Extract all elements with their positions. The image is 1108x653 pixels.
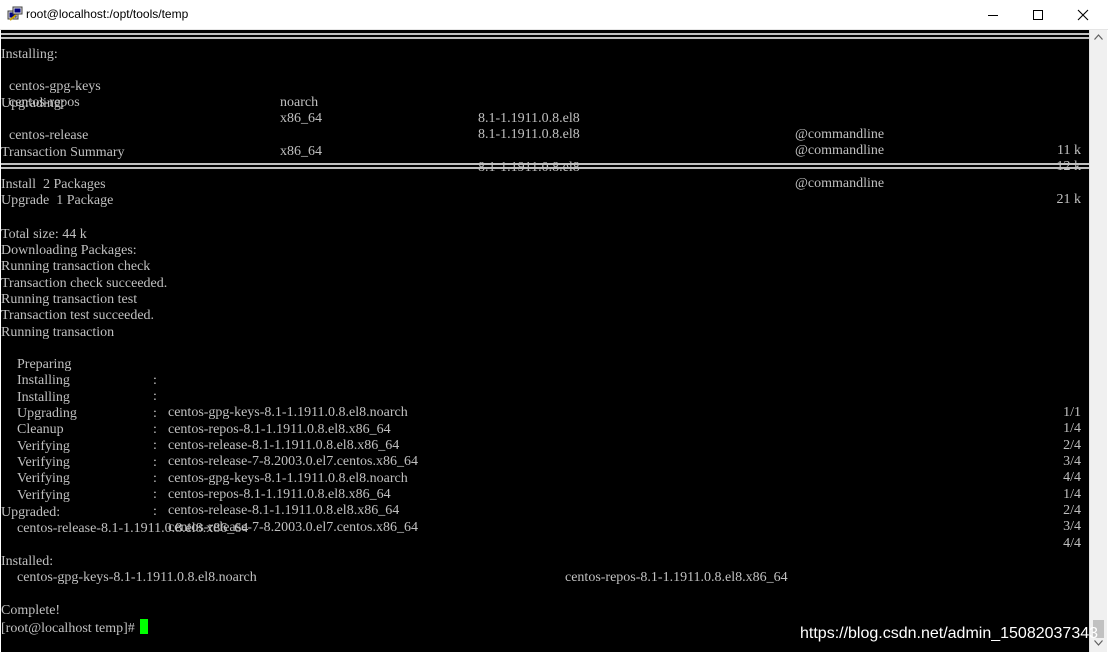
package-repo: @commandline — [795, 127, 885, 142]
log-line: Running transaction — [1, 325, 115, 340]
close-icon — [1077, 9, 1089, 20]
close-button[interactable] — [1060, 0, 1106, 29]
window-title: root@localhost:/opt/tools/temp — [26, 7, 189, 21]
package-arch: noarch — [280, 95, 319, 110]
installed-package: centos-repos-8.1-1.1911.0.8.el8.x86_64 — [565, 570, 788, 585]
putty-terminal-icon[interactable] — [7, 6, 23, 22]
step-target: centos-release-8.1-1.1911.0.8.el8.x86_64 — [168, 503, 400, 518]
transaction-summary-header: Transaction Summary — [1, 145, 125, 160]
package-row: centos-gpg-keys noarch 8.1-1.1911.0.8.el… — [1, 63, 1089, 158]
step-progress: 4/4 — [1063, 536, 1081, 551]
minimize-icon — [988, 14, 998, 16]
package-size: 21 k — [1056, 192, 1082, 207]
installed-header: Installed: — [1, 554, 54, 569]
transaction-step: Installing : centos-repos-8.1-1.1911.0.8… — [1, 374, 1089, 453]
upgraded-package: centos-release-8.1-1.1911.0.8.el8.x86_64 — [17, 521, 249, 536]
shell-prompt: [root@localhost temp]# — [1, 621, 139, 636]
separator — [1, 163, 1089, 169]
text-cursor — [140, 619, 149, 634]
package-name: centos-release — [9, 128, 89, 143]
transaction-step: Verifying : centos-repos-8.1-1.1911.0.8.… — [1, 439, 1089, 518]
package-size: 11 k — [1057, 143, 1081, 158]
log-line: Total size: 44 k — [1, 227, 87, 242]
vertical-scrollbar[interactable] — [1089, 30, 1107, 652]
log-line: Downloading Packages: — [1, 243, 137, 258]
package-repo: @commandline — [795, 176, 885, 191]
transaction-step: Preparing : 1/1 — [1, 341, 1089, 420]
transaction-step: Verifying : centos-gpg-keys-8.1-1.1911.0… — [1, 423, 1089, 502]
terminal-screen[interactable]: Installing: centos-gpg-keys noarch 8.1-1… — [1, 30, 1089, 652]
step-colon: : — [153, 487, 157, 502]
package-row: centos-release x86_64 8.1-1.1911.0.8.el8… — [1, 112, 1089, 207]
transaction-step: Verifying : centos-release-7-8.2003.0.el… — [1, 472, 1089, 551]
summary-install: Install 2 Packages — [1, 177, 106, 192]
maximize-button[interactable] — [1015, 0, 1061, 29]
minimize-button[interactable] — [970, 0, 1016, 29]
summary-upgrade: Upgrade 1 Package — [1, 193, 114, 208]
transaction-step: Installing : centos-gpg-keys-8.1-1.1911.… — [1, 357, 1089, 436]
transaction-step: Cleanup : centos-release-7-8.2003.0.el7.… — [1, 406, 1089, 485]
step-action: Verifying — [17, 488, 70, 503]
step-colon: : — [153, 504, 157, 519]
step-progress: 3/4 — [1063, 519, 1081, 534]
step-progress: 2/4 — [1063, 503, 1081, 518]
package-arch: x86_64 — [280, 144, 322, 159]
package-version: 8.1-1.1911.0.8.el8 — [478, 127, 580, 142]
package-row: centos-repos x86_64 8.1-1.1911.0.8.el8 @… — [1, 79, 1089, 174]
log-line: Transaction test succeeded. — [1, 308, 155, 323]
package-repo: @commandline — [795, 143, 885, 158]
upgraded-header: Upgraded: — [1, 505, 61, 520]
step-progress: 1/4 — [1063, 487, 1081, 502]
scroll-up-arrow-icon[interactable] — [1094, 34, 1103, 40]
installed-package: centos-gpg-keys-8.1-1.1911.0.8.el8.noarc… — [17, 570, 257, 585]
transaction-step: Verifying : centos-release-8.1-1.1911.0.… — [1, 455, 1089, 534]
complete-message: Complete! — [1, 603, 61, 618]
transaction-step: Upgrading : centos-release-8.1-1.1911.0.… — [1, 390, 1089, 469]
step-target: centos-repos-8.1-1.1911.0.8.el8.x86_64 — [168, 487, 391, 502]
watermark: https://blog.csdn.net/admin_15082037343 — [800, 625, 1099, 642]
upgrading-header: Upgrading: — [1, 96, 65, 111]
log-line: Running transaction test — [1, 292, 138, 307]
title-bar[interactable]: root@localhost:/opt/tools/temp — [0, 0, 1108, 30]
shell-prompt-line[interactable]: [root@localhost temp]# — [1, 619, 149, 636]
maximize-icon — [1033, 9, 1043, 20]
separator — [1, 33, 1089, 39]
installing-header: Installing: — [1, 47, 58, 62]
log-line: Transaction check succeeded. — [1, 276, 168, 291]
log-line: Running transaction check — [1, 259, 151, 274]
